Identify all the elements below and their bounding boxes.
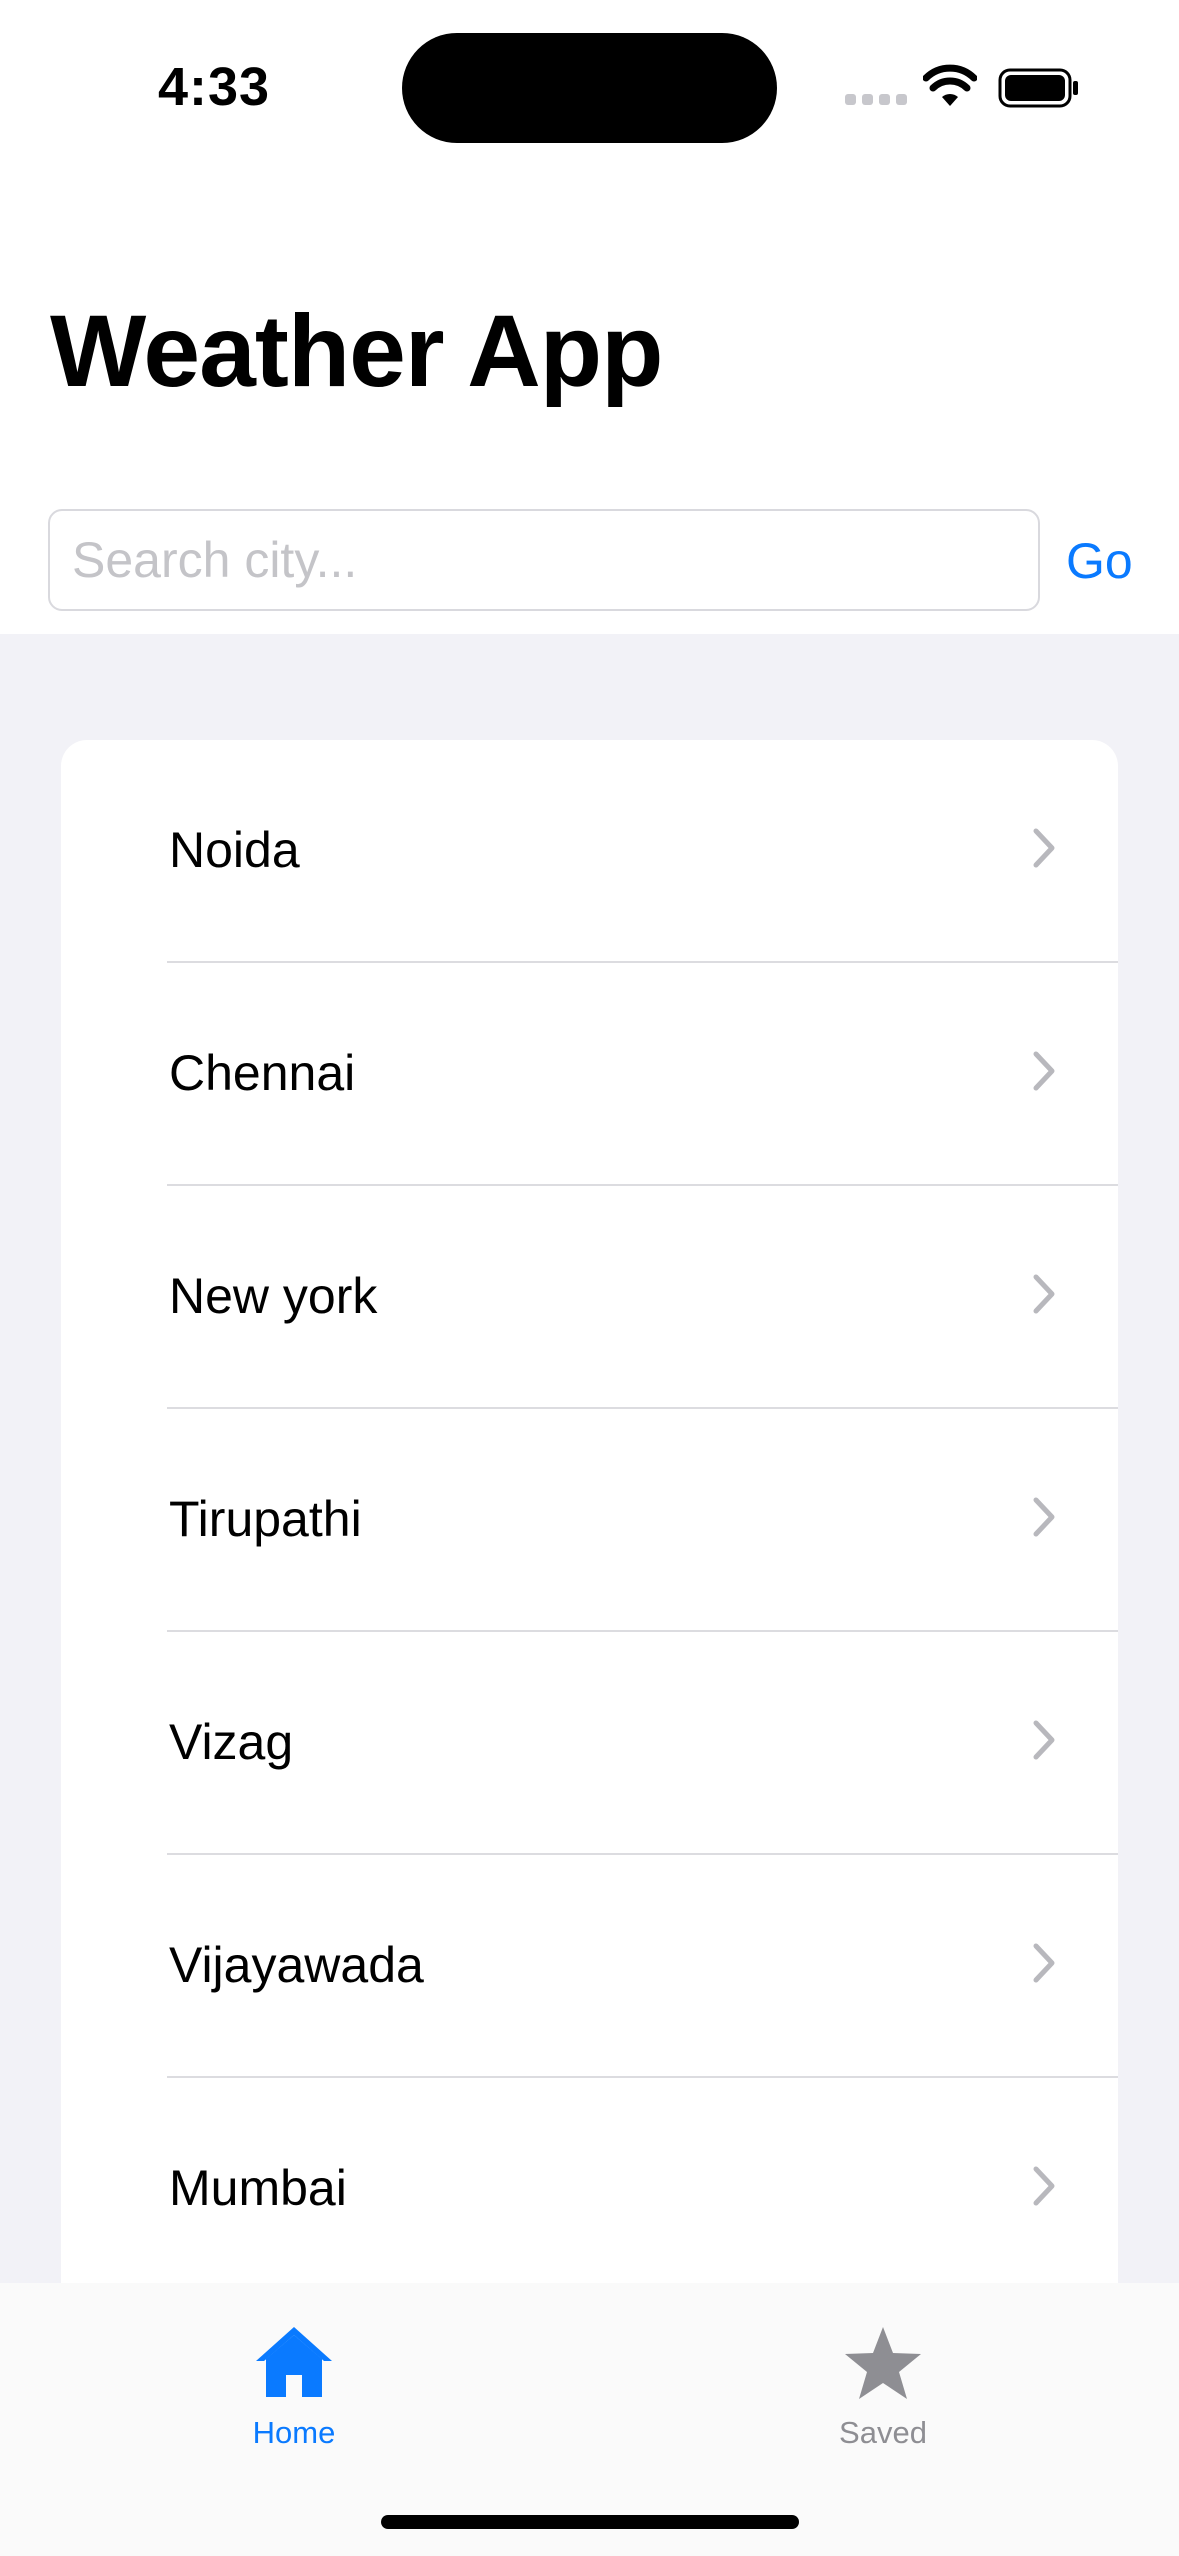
chevron-right-icon	[1033, 2166, 1055, 2206]
tab-saved-label: Saved	[839, 2415, 927, 2450]
list-item[interactable]: New york	[61, 1186, 1118, 1409]
star-icon	[845, 2327, 921, 2399]
wifi-icon	[923, 64, 977, 106]
cellular-signal-icon	[845, 94, 907, 105]
page-title: Weather App	[50, 294, 663, 408]
dynamic-island	[402, 33, 777, 143]
list-item[interactable]: Chennai	[61, 963, 1118, 1186]
city-label: Vijayawada	[169, 1937, 424, 1993]
city-label: Chennai	[169, 1045, 356, 1101]
city-label: New york	[169, 1268, 378, 1324]
tab-home[interactable]: Home	[194, 2323, 394, 2463]
list-item[interactable]: Mumbai	[61, 2078, 1118, 2301]
chevron-right-icon	[1033, 1943, 1055, 1983]
list-item[interactable]: Vijayawada	[61, 1855, 1118, 2078]
go-button[interactable]: Go	[1066, 532, 1133, 590]
house-icon	[256, 2327, 332, 2397]
tab-home-label: Home	[252, 2415, 336, 2450]
home-indicator	[381, 2515, 799, 2529]
list-item[interactable]: Noida	[61, 740, 1118, 963]
screen: 4:33 Weather App Go Noida Chennai	[0, 0, 1179, 2556]
city-list: Noida Chennai New york Tirupathi Vizag V…	[61, 740, 1118, 2340]
city-label: Vizag	[169, 1714, 294, 1770]
tab-saved[interactable]: Saved	[783, 2323, 983, 2463]
chevron-right-icon	[1033, 1720, 1055, 1760]
chevron-right-icon	[1033, 1497, 1055, 1537]
city-label: Mumbai	[169, 2160, 347, 2216]
status-bar: 4:33	[0, 0, 1179, 170]
city-label: Noida	[169, 822, 300, 878]
chevron-right-icon	[1033, 828, 1055, 868]
list-item[interactable]: Tirupathi	[61, 1409, 1118, 1632]
battery-icon	[998, 68, 1078, 108]
city-label: Tirupathi	[169, 1491, 362, 1547]
search-input[interactable]	[48, 509, 1040, 611]
list-item[interactable]: Vizag	[61, 1632, 1118, 1855]
status-time: 4:33	[158, 57, 271, 117]
chevron-right-icon	[1033, 1274, 1055, 1314]
chevron-right-icon	[1033, 1051, 1055, 1091]
